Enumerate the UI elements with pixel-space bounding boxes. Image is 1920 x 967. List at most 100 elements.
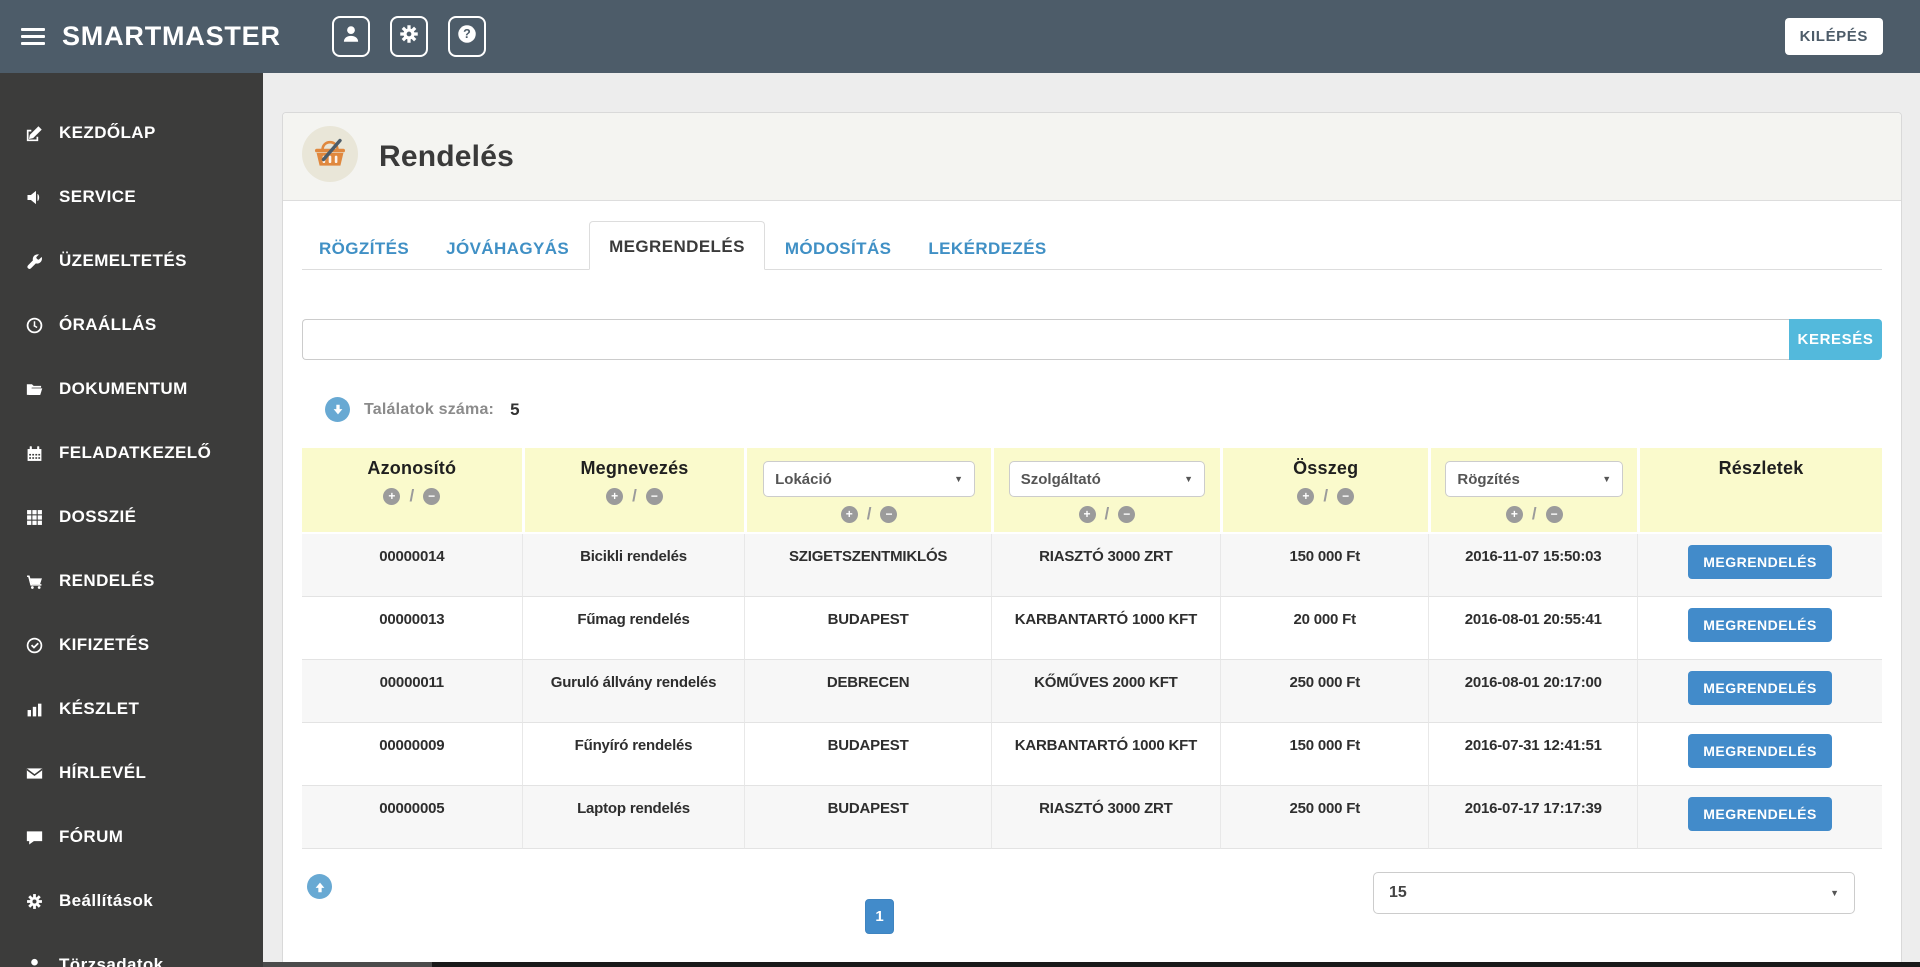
sort-desc-button[interactable]: −: [880, 505, 898, 523]
cell-azonosito: 00000014: [302, 534, 522, 597]
arrow-down-icon[interactable]: [325, 397, 350, 422]
sort-slash: /: [866, 504, 872, 523]
cell-lokacio: DEBRECEN: [744, 660, 991, 723]
filter-value: Rögzítés: [1457, 470, 1520, 488]
sidebar-item-label: ÜZEMELTETÉS: [59, 251, 187, 270]
sort-asc-button[interactable]: +: [1505, 505, 1523, 523]
sidebar-item-label: SERVICE: [59, 187, 137, 206]
tabs-wrap: RÖGZÍTÉS JÓVÁHAGYÁS MEGRENDELÉS MÓDOSÍTÁS LE…: [283, 201, 1901, 270]
sidebar-item-kezdolap[interactable]: KEZDŐLAP: [0, 101, 263, 165]
sidebar-item-torzsadatok[interactable]: Törzsadatok: [0, 933, 263, 967]
rogzites-filter-select[interactable]: Rögzítés ▼: [1445, 461, 1624, 497]
gear-icon-button[interactable]: [390, 16, 428, 57]
sidebar-item-hirlevel[interactable]: HÍRLEVÉL: [0, 741, 263, 805]
order-action-button[interactable]: MEGRENDELÉS: [1688, 797, 1832, 831]
sidebar-item-label: ÓRAÁLLÁS: [59, 315, 157, 334]
menu-icon[interactable]: [21, 24, 45, 49]
check-circle-icon: [25, 637, 44, 654]
sidebar-item-kifizetes[interactable]: KIFIZETÉS: [0, 613, 263, 677]
cell-rogzites: 2016-08-01 20:17:00: [1428, 660, 1638, 723]
logout-button[interactable]: KILÉPÉS: [1784, 18, 1883, 55]
chevron-down-icon: ▼: [1184, 474, 1194, 484]
arrow-up-icon[interactable]: [307, 874, 332, 899]
search-input[interactable]: [302, 319, 1789, 360]
cell-lokacio: BUDAPEST: [744, 597, 991, 660]
tab-bar: RÖGZÍTÉS JÓVÁHAGYÁS MEGRENDELÉS MÓDOSÍTÁS LE…: [302, 221, 1882, 270]
search-button[interactable]: KERESÉS: [1789, 319, 1882, 360]
cell-osszeg: 150 000 Ft: [1219, 534, 1429, 597]
sort-asc-button[interactable]: +: [1297, 487, 1315, 505]
tab-modositas[interactable]: MÓDOSÍTÁS: [768, 228, 909, 270]
sidebar-item-uzemeltetes[interactable]: ÜZEMELTETÉS: [0, 229, 263, 293]
cell-azonosito: 00000005: [302, 786, 522, 849]
sort-controls: + / −: [306, 486, 518, 506]
bar-chart-icon: [25, 701, 44, 718]
column-header-azonosito: Azonosító + / −: [302, 448, 522, 534]
user-icon-button[interactable]: [332, 16, 370, 57]
orders-table-wrap: Azonosító + / − Megnevezés + / − Lokáció…: [302, 448, 1882, 849]
pagination-row: 1 15 ▼: [307, 872, 1882, 936]
sort-controls: + / −: [1227, 486, 1425, 506]
tab-megrendeles[interactable]: MEGRENDELÉS: [589, 221, 765, 270]
page-size-select[interactable]: 15 ▼: [1373, 872, 1855, 914]
order-action-button[interactable]: MEGRENDELÉS: [1688, 545, 1832, 579]
sort-asc-button[interactable]: +: [840, 505, 858, 523]
page-number-button[interactable]: 1: [865, 899, 894, 934]
sort-controls: + / −: [1435, 504, 1633, 524]
sidebar-item-oraallas[interactable]: ÓRAÁLLÁS: [0, 293, 263, 357]
sidebar-item-dosszie[interactable]: DOSSZIÉ: [0, 485, 263, 549]
sort-controls: + / −: [529, 486, 741, 506]
table-row: 00000009 Fűnyíró rendelés BUDAPEST KARBANTA…: [302, 723, 1882, 786]
cell-osszeg: 150 000 Ft: [1219, 723, 1429, 786]
tab-jovahagyas[interactable]: JÓVÁHAGYÁS: [429, 228, 586, 270]
wrench-icon: [25, 253, 44, 270]
cell-rogzites: 2016-07-31 12:41:51: [1428, 723, 1638, 786]
sort-slash: /: [632, 486, 637, 505]
sidebar-item-dokumentum[interactable]: DOKUMENTUM: [0, 357, 263, 421]
sidebar-item-label: Törzsadatok: [59, 955, 164, 967]
sidebar-item-service[interactable]: SERVICE: [0, 165, 263, 229]
order-action-button[interactable]: MEGRENDELÉS: [1688, 734, 1832, 768]
help-icon-button[interactable]: ?: [448, 16, 486, 57]
sidebar-item-feladatkezelo[interactable]: FELADATKEZELŐ: [0, 421, 263, 485]
comment-icon: [25, 829, 44, 846]
grid-icon: [25, 509, 44, 526]
order-action-button[interactable]: MEGRENDELÉS: [1688, 608, 1832, 642]
cart-icon: [25, 573, 44, 590]
sort-desc-button[interactable]: −: [1337, 487, 1355, 505]
tab-lekerdezes[interactable]: LEKÉRDEZÉS: [911, 228, 1063, 270]
svg-text:?: ?: [463, 27, 471, 41]
sidebar-item-label: KEZDŐLAP: [59, 123, 156, 142]
sidebar-item-keszlet[interactable]: KÉSZLET: [0, 677, 263, 741]
sidebar-item-beallitasok[interactable]: Beállítások: [0, 869, 263, 933]
table-row: 00000014 Bicikli rendelés SZIGETSZENTMIKLÓ…: [302, 534, 1882, 597]
table-row: 00000013 Fűmag rendelés BUDAPEST KARBANTART…: [302, 597, 1882, 660]
sort-asc-button[interactable]: +: [1078, 505, 1096, 523]
tab-rogzites[interactable]: RÖGZÍTÉS: [302, 228, 426, 270]
sort-asc-button[interactable]: +: [606, 487, 624, 505]
sort-asc-button[interactable]: +: [383, 487, 401, 505]
sidebar-item-label: DOKUMENTUM: [59, 379, 188, 398]
table-row: 00000005 Laptop rendelés BUDAPEST RIASZTÓ 3…: [302, 786, 1882, 849]
sidebar-item-forum[interactable]: FÓRUM: [0, 805, 263, 869]
gear-icon: [25, 893, 44, 910]
sort-controls: + / −: [751, 504, 986, 524]
sidebar-nav: KEZDŐLAP SERVICE ÜZEMELTETÉS ÓRAÁLLÁS DO…: [0, 73, 263, 967]
order-action-button[interactable]: MEGRENDELÉS: [1688, 671, 1832, 705]
basket-icon: [302, 126, 358, 187]
sort-desc-button[interactable]: −: [645, 487, 663, 505]
orders-table: Azonosító + / − Megnevezés + / − Lokáció…: [302, 448, 1882, 849]
sort-desc-button[interactable]: −: [1545, 505, 1563, 523]
main-area: Rendelés RÖGZÍTÉS JÓVÁHAGYÁS MEGRENDELÉS MÓ…: [263, 73, 1920, 967]
cell-azonosito: 00000011: [302, 660, 522, 723]
lokacio-filter-select[interactable]: Lokáció ▼: [763, 461, 976, 497]
sort-desc-button[interactable]: −: [1118, 505, 1136, 523]
results-count: 5: [510, 399, 520, 419]
column-header-lokacio: Lokáció ▼ + / −: [744, 448, 991, 534]
cell-szolgaltato: KARBANTARTÓ 1000 KFT: [990, 723, 1220, 786]
szolgaltato-filter-select[interactable]: Szolgáltató ▼: [1008, 461, 1206, 497]
sidebar-item-rendeles[interactable]: RENDELÉS: [0, 549, 263, 613]
pager-center: 1: [352, 899, 1407, 934]
sort-desc-button[interactable]: −: [423, 487, 441, 505]
topbar-icon-group: ?: [332, 16, 486, 57]
